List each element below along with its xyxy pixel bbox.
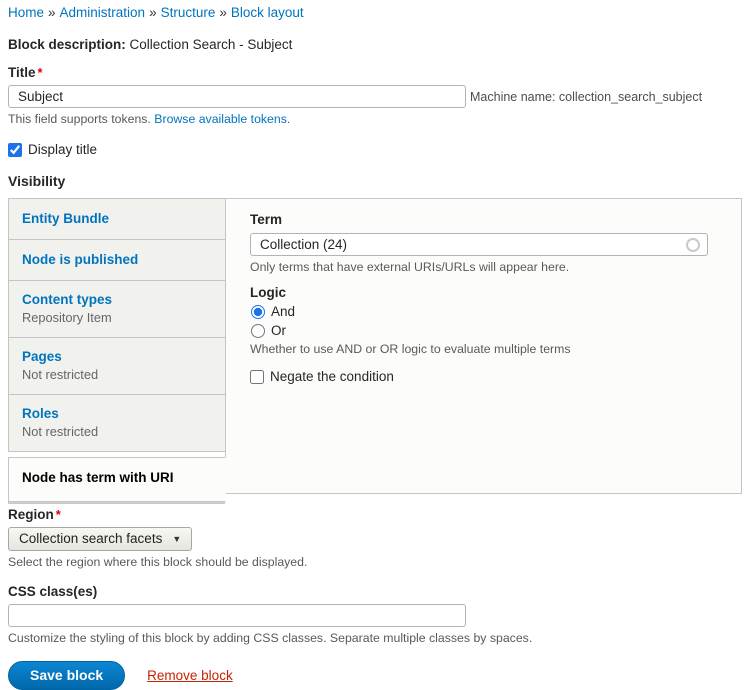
region-select[interactable]: Collection search facets ▼ [8, 527, 192, 551]
negate-condition-label: Negate the condition [270, 369, 394, 384]
breadcrumb-link-home[interactable]: Home [8, 5, 44, 20]
negate-condition-row: Negate the condition [250, 369, 717, 384]
machine-name: Machine name: collection_search_subject [470, 90, 702, 104]
term-label: Term [250, 212, 717, 227]
term-autocomplete-input[interactable] [250, 233, 708, 256]
breadcrumb-separator: » [219, 5, 227, 20]
form-actions: Save block Remove block [8, 661, 737, 690]
css-classes-field-group: CSS class(es) Customize the styling of t… [8, 584, 737, 645]
logic-or-label: Or [271, 323, 286, 338]
logic-or-radio[interactable] [251, 324, 265, 338]
title-field-group: Title* Machine name: collection_search_s… [8, 65, 737, 126]
tab-node-has-term-with-uri-label: Node has term with URI [22, 470, 212, 485]
vertical-tabs-menu: Entity Bundle Node is published Content … [8, 198, 225, 494]
tab-roles-summary: Not restricted [22, 424, 212, 439]
logic-and-radio[interactable] [251, 305, 265, 319]
breadcrumb-link-structure[interactable]: Structure [161, 5, 216, 20]
logic-and-label: And [271, 304, 295, 319]
region-select-value: Collection search facets [19, 531, 162, 546]
tab-pages-label: Pages [22, 349, 212, 364]
node-has-term-with-uri-pane: Term Only terms that have external URIs/… [225, 198, 742, 494]
title-label: Title [8, 65, 36, 80]
breadcrumb-separator: » [48, 5, 56, 20]
breadcrumb-link-block-layout[interactable]: Block layout [231, 5, 304, 20]
negate-condition-checkbox[interactable] [250, 370, 264, 384]
css-classes-input[interactable] [8, 604, 466, 627]
tab-pages[interactable]: Pages Not restricted [8, 338, 225, 395]
display-title-row: Display title [8, 142, 737, 157]
title-input[interactable] [8, 85, 466, 108]
block-description-label: Block description: [8, 37, 126, 52]
tab-node-is-published[interactable]: Node is published [8, 240, 225, 281]
breadcrumb: Home»Administration»Structure»Block layo… [8, 4, 737, 20]
breadcrumb-link-administration[interactable]: Administration [60, 5, 146, 20]
tab-pages-summary: Not restricted [22, 367, 212, 382]
logic-description: Whether to use AND or OR logic to evalua… [250, 342, 717, 356]
block-configure-page: Home»Administration»Structure»Block layo… [0, 0, 745, 690]
tab-node-is-published-label: Node is published [22, 252, 212, 267]
autocomplete-status-icon [686, 238, 700, 252]
tab-content-types-summary: Repository Item [22, 310, 212, 325]
css-classes-description: Customize the styling of this block by a… [8, 631, 737, 645]
tab-node-has-term-with-uri[interactable]: Node has term with URI [8, 457, 226, 502]
required-marker: * [56, 507, 61, 522]
browse-tokens-link[interactable]: Browse available tokens. [154, 112, 290, 126]
tab-entity-bundle[interactable]: Entity Bundle [8, 198, 225, 240]
display-title-label: Display title [28, 142, 97, 157]
block-description-value: Collection Search - Subject [130, 37, 293, 52]
region-description: Select the region where this block shoul… [8, 555, 737, 569]
tab-content-types-label: Content types [22, 292, 212, 307]
chevron-down-icon: ▼ [172, 534, 181, 544]
logic-group: Logic And Or Whether to use AND or OR lo… [250, 285, 717, 356]
logic-label: Logic [250, 285, 717, 300]
region-field-group: Region* Collection search facets ▼ Selec… [8, 507, 737, 569]
visibility-vertical-tabs: Entity Bundle Node is published Content … [8, 198, 742, 494]
tab-content-types[interactable]: Content types Repository Item [8, 281, 225, 338]
title-description: This field supports tokens. [8, 112, 151, 126]
tab-roles-label: Roles [22, 406, 212, 421]
remove-block-link[interactable]: Remove block [147, 668, 233, 683]
visibility-heading: Visibility [8, 173, 737, 189]
block-description: Block description: Collection Search - S… [8, 37, 737, 52]
save-block-button[interactable]: Save block [8, 661, 125, 690]
tab-entity-bundle-label: Entity Bundle [22, 211, 212, 226]
term-description: Only terms that have external URIs/URLs … [250, 260, 717, 274]
display-title-checkbox[interactable] [8, 143, 22, 157]
logic-or-row: Or [250, 323, 717, 338]
tab-roles[interactable]: Roles Not restricted [8, 395, 225, 452]
logic-and-row: And [250, 304, 717, 319]
required-marker: * [38, 65, 43, 80]
region-label: Region [8, 507, 54, 522]
css-classes-label: CSS class(es) [8, 584, 737, 599]
vertical-tabs-filler [8, 502, 225, 504]
breadcrumb-separator: » [149, 5, 157, 20]
